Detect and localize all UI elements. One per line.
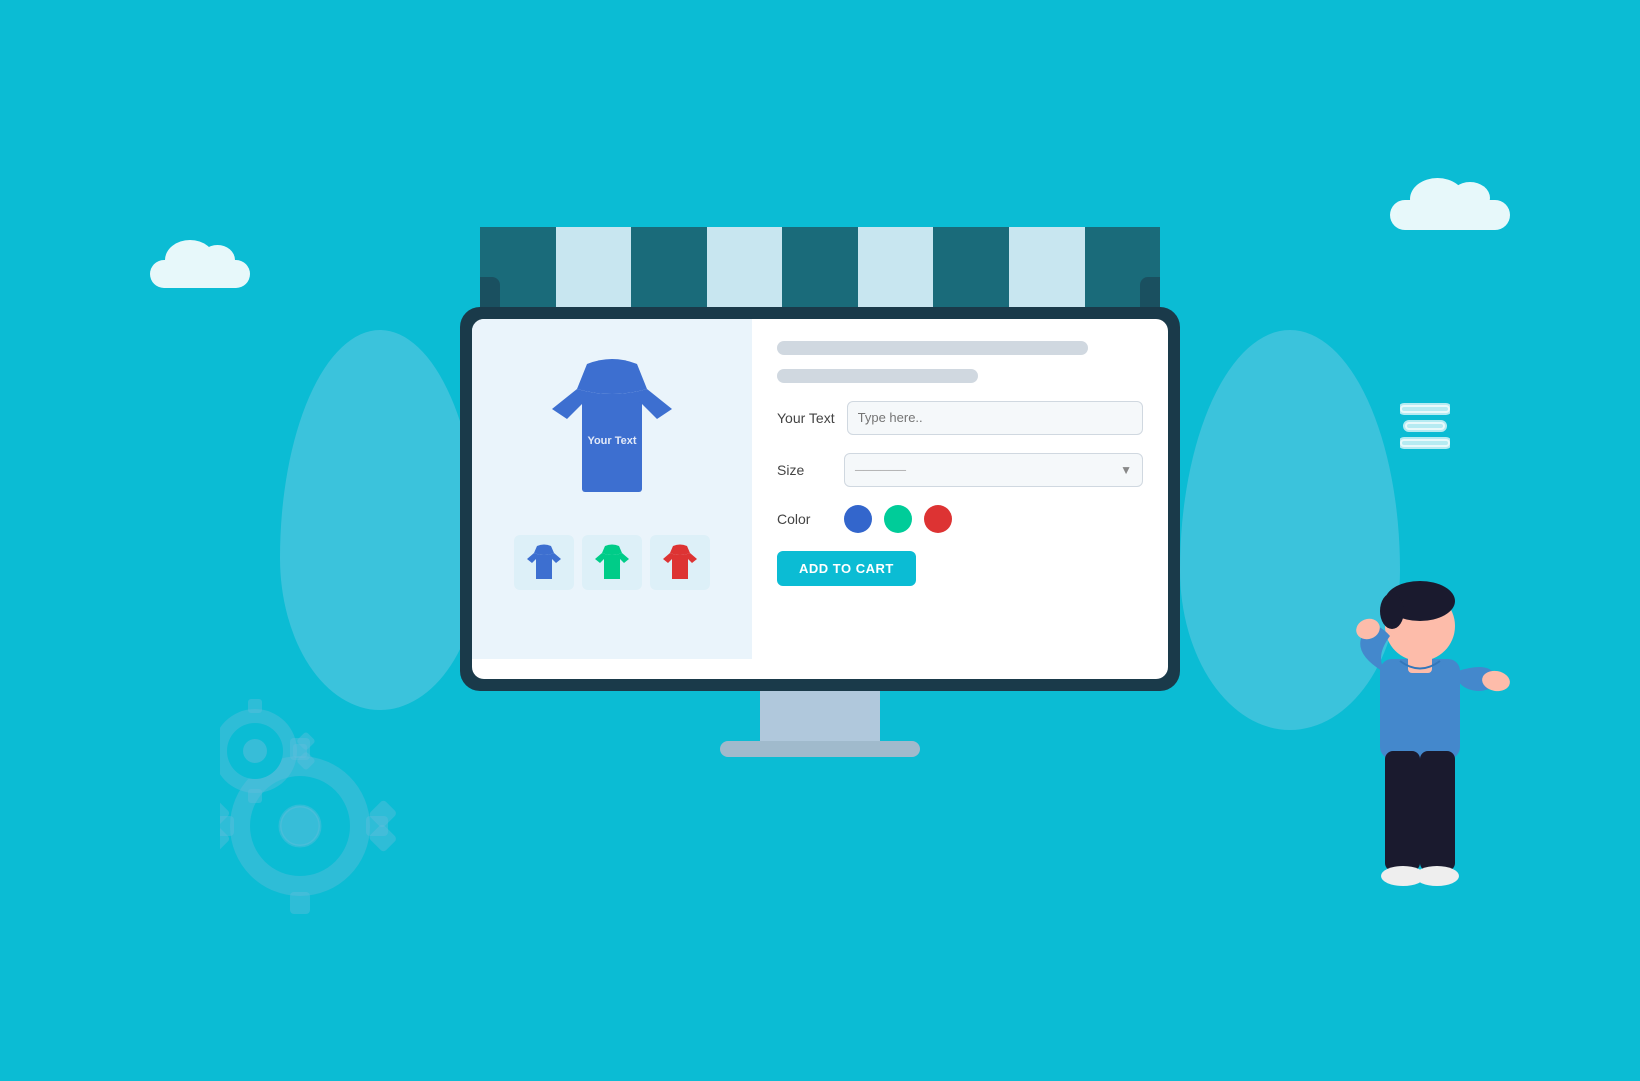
details-panel: Your Text Size ────── ▼ Color xyxy=(752,319,1168,659)
cloud-right xyxy=(1390,200,1510,230)
thumb-red-svg xyxy=(657,541,703,583)
monitor-stand xyxy=(720,741,920,757)
size-select[interactable]: ────── ▼ xyxy=(844,453,1143,487)
thumbnail-blue[interactable] xyxy=(514,535,574,590)
gear-container xyxy=(220,696,440,941)
skeleton-subtitle xyxy=(777,369,978,383)
color-label: Color xyxy=(777,511,832,527)
text-input[interactable] xyxy=(847,401,1143,435)
screen-content: Your Text xyxy=(472,319,1168,659)
thumb-blue-svg xyxy=(521,541,567,583)
thumbnail-red[interactable] xyxy=(650,535,710,590)
thumbnail-green[interactable] xyxy=(582,535,642,590)
color-dots xyxy=(844,505,952,533)
person-svg xyxy=(1320,581,1520,1001)
cloud-left xyxy=(150,260,250,288)
size-label: Size xyxy=(777,462,832,478)
color-dot-green[interactable] xyxy=(884,505,912,533)
main-tshirt-svg: Your Text xyxy=(527,344,697,514)
color-dot-red[interactable] xyxy=(924,505,952,533)
monitor-screen: Your Text xyxy=(472,319,1168,679)
monitor: Your Text xyxy=(460,307,1180,691)
text-field-row: Your Text xyxy=(777,401,1143,435)
monitor-wrapper: Your Text xyxy=(460,307,1180,757)
gear-svg xyxy=(220,696,440,936)
size-field-row: Size ────── ▼ xyxy=(777,453,1143,487)
chevron-down-icon: ▼ xyxy=(1120,463,1132,477)
deco-lines xyxy=(1400,400,1450,460)
text-label: Your Text xyxy=(777,410,835,426)
product-panel: Your Text xyxy=(472,319,752,659)
color-dot-blue[interactable] xyxy=(844,505,872,533)
color-field-row: Color xyxy=(777,505,1143,533)
tshirt-thumbnails xyxy=(514,535,710,590)
size-select-placeholder: ────── xyxy=(855,463,906,477)
monitor-neck xyxy=(760,691,880,741)
thumb-green-svg xyxy=(589,541,635,583)
add-to-cart-button[interactable]: ADD TO CART xyxy=(777,551,916,586)
person-figure xyxy=(1320,581,1520,981)
tshirt-main-image: Your Text xyxy=(522,339,702,519)
svg-text:Your Text: Your Text xyxy=(587,435,636,447)
skeleton-title xyxy=(777,341,1088,355)
